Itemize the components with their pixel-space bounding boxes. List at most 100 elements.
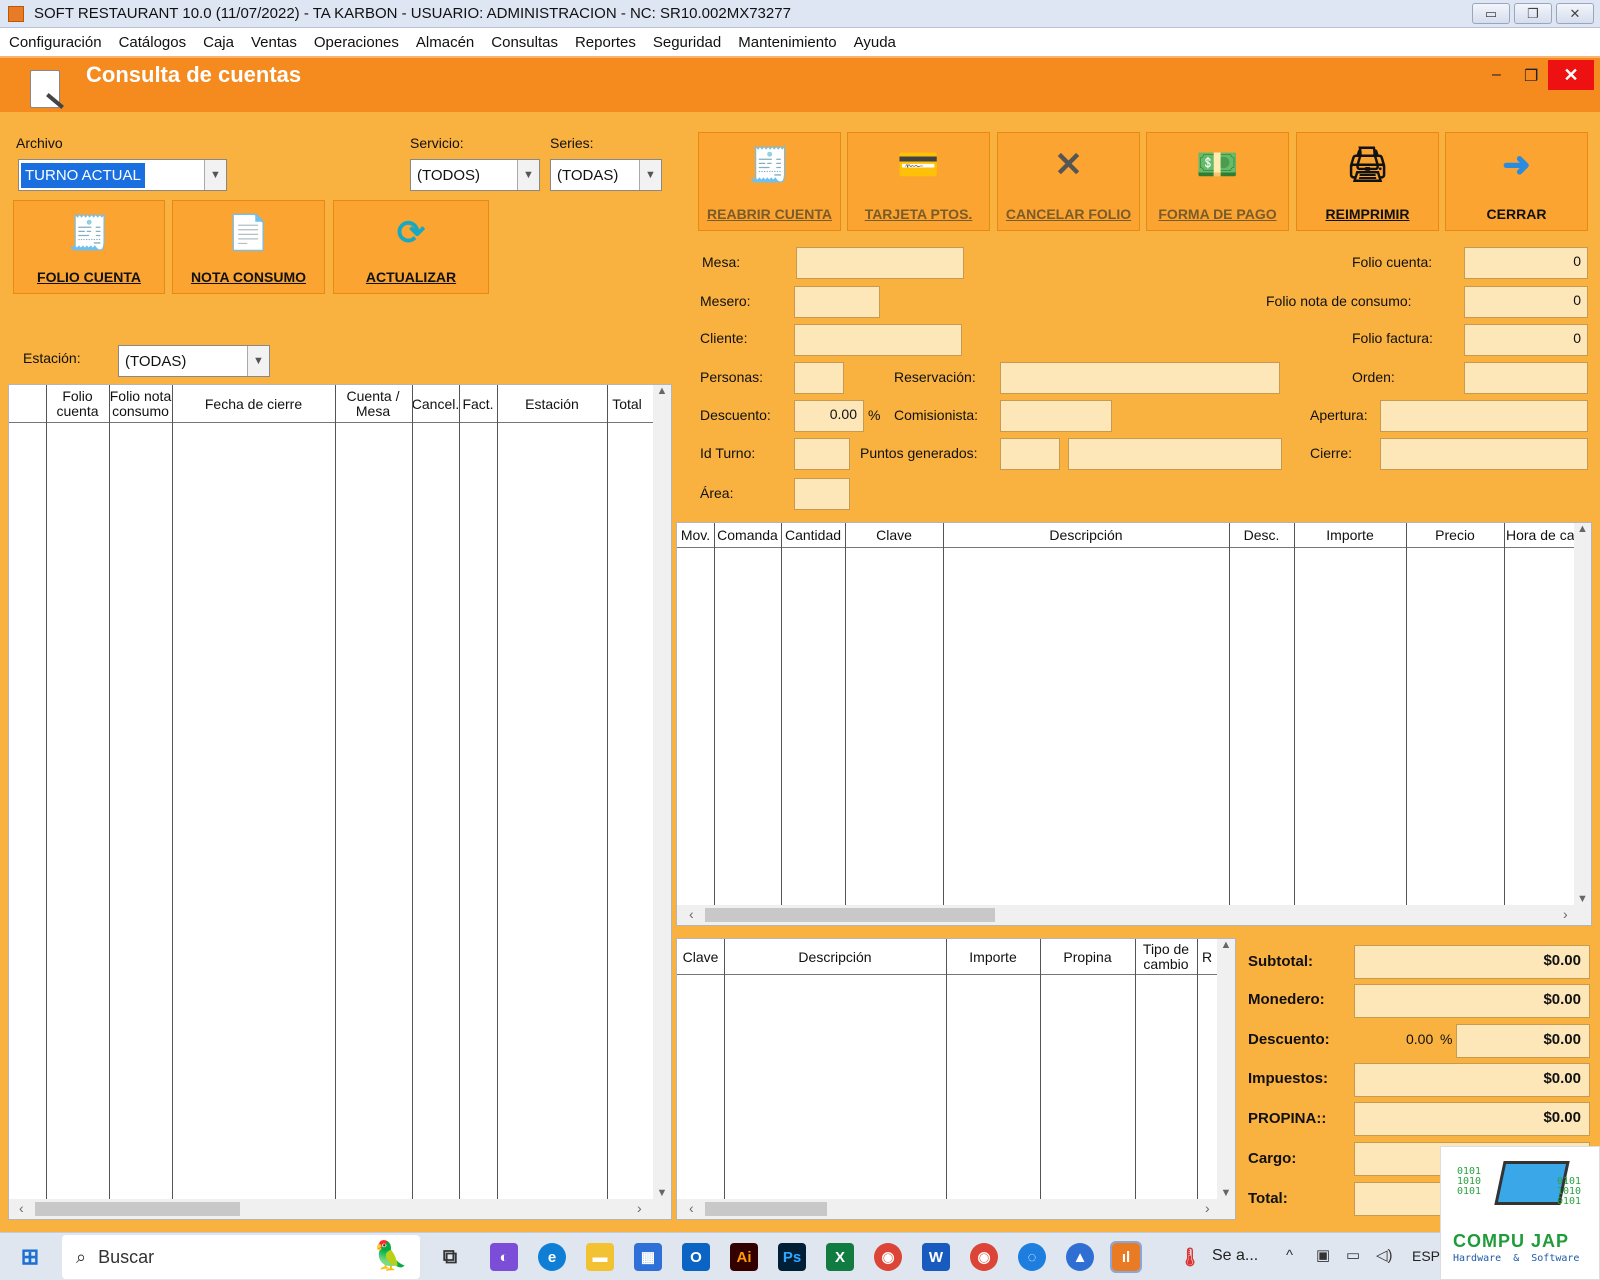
- menu-seguridad[interactable]: Seguridad: [653, 34, 721, 51]
- mesero-field[interactable]: [794, 286, 880, 318]
- reservacion-field[interactable]: [1000, 362, 1280, 394]
- col-tipo-cambio[interactable]: Tipo de cambio: [1135, 939, 1197, 975]
- chevron-down-icon[interactable]: ▼: [639, 160, 661, 190]
- col-descripcion[interactable]: Descripción: [724, 939, 946, 975]
- volume-icon[interactable]: ◁): [1376, 1246, 1393, 1264]
- camera-icon[interactable]: ▣: [1316, 1246, 1330, 1264]
- menu-configuracion[interactable]: Configuración: [9, 34, 102, 51]
- chevron-down-icon[interactable]: ▼: [517, 160, 539, 190]
- menu-catalogos[interactable]: Catálogos: [119, 34, 187, 51]
- archivo-select[interactable]: TURNO ACTUAL ▼: [18, 159, 227, 191]
- accounts-grid[interactable]: Folio cuenta Folio nota consumo Fecha de…: [8, 384, 672, 1220]
- col-importe[interactable]: Importe: [1294, 523, 1406, 548]
- col-estacion[interactable]: Estación: [497, 385, 607, 423]
- chevron-down-icon[interactable]: ▼: [204, 160, 226, 190]
- nota-consumo-button[interactable]: 📄 NOTA CONSUMO: [172, 200, 325, 294]
- id-turno-field[interactable]: [794, 438, 850, 470]
- col-folio-cuenta[interactable]: Folio cuenta: [46, 385, 109, 423]
- network-icon[interactable]: ▭: [1346, 1246, 1360, 1264]
- cerrar-button[interactable]: ➜ CERRAR: [1445, 132, 1588, 231]
- menu-caja[interactable]: Caja: [203, 34, 234, 51]
- comisionista-field[interactable]: [1000, 400, 1112, 432]
- puntos-detail-field[interactable]: [1068, 438, 1282, 470]
- cloud-app-icon[interactable]: ▲: [1066, 1243, 1094, 1271]
- excel-icon[interactable]: X: [826, 1243, 854, 1271]
- payments-grid[interactable]: Clave Descripción Importe Propina Tipo d…: [676, 938, 1236, 1220]
- series-select[interactable]: (TODAS) ▼: [550, 159, 662, 191]
- chevron-up-icon[interactable]: ^: [1286, 1247, 1293, 1264]
- menu-ventas[interactable]: Ventas: [251, 34, 297, 51]
- col-hora[interactable]: Hora de ca: [1504, 523, 1574, 548]
- col-importe[interactable]: Importe: [946, 939, 1040, 975]
- col-fecha-cierre[interactable]: Fecha de cierre: [172, 385, 335, 423]
- weather-text[interactable]: Se a...: [1212, 1247, 1258, 1265]
- personas-field[interactable]: [794, 362, 844, 394]
- col-folio-nota[interactable]: Folio nota consumo: [109, 385, 172, 423]
- actualizar-button[interactable]: ⟳ ACTUALIZAR: [333, 200, 489, 294]
- scroll-thumb[interactable]: [705, 1202, 827, 1216]
- menu-ayuda[interactable]: Ayuda: [854, 34, 896, 51]
- col-cancel[interactable]: Cancel.: [412, 385, 459, 423]
- col-fact[interactable]: Fact.: [459, 385, 497, 423]
- col-precio[interactable]: Precio: [1406, 523, 1504, 548]
- descuento-field[interactable]: 0.00: [794, 400, 864, 432]
- copilot-icon[interactable]: ◐: [490, 1243, 518, 1271]
- chrome-profile-icon[interactable]: ◉: [970, 1243, 998, 1271]
- cancelar-folio-button[interactable]: ✕ CANCELAR FOLIO: [997, 132, 1140, 231]
- col-cuenta-mesa[interactable]: Cuenta / Mesa: [335, 385, 411, 423]
- reimprimir-button[interactable]: 🖨 REIMPRIMIR: [1296, 132, 1439, 231]
- folio-nota-field[interactable]: 0: [1464, 286, 1588, 318]
- edge-icon[interactable]: e: [538, 1243, 566, 1271]
- cierre-field[interactable]: [1380, 438, 1588, 470]
- task-view-icon[interactable]: ⧉: [436, 1243, 464, 1271]
- col-descripcion[interactable]: Descripción: [943, 523, 1229, 548]
- word-icon[interactable]: W: [922, 1243, 950, 1271]
- accounts-horizontal-scrollbar[interactable]: ‹ ›: [9, 1199, 671, 1219]
- scroll-thumb[interactable]: [35, 1202, 240, 1216]
- col-cantidad[interactable]: Cantidad: [781, 523, 845, 548]
- items-horizontal-scrollbar[interactable]: ‹ ›: [677, 905, 1591, 925]
- items-vertical-scrollbar[interactable]: ▲ ▼: [1574, 523, 1591, 905]
- taskbar-search-box[interactable]: ⌕ Buscar 🦜: [62, 1235, 420, 1279]
- folio-factura-field[interactable]: 0: [1464, 324, 1588, 356]
- chrome-icon[interactable]: ◉: [874, 1243, 902, 1271]
- photoshop-icon[interactable]: Ps: [778, 1243, 806, 1271]
- menu-almacen[interactable]: Almacén: [416, 34, 474, 51]
- form-restore-button[interactable]: ❐: [1524, 66, 1538, 86]
- area-field[interactable]: [794, 478, 850, 510]
- tarjeta-ptos-button[interactable]: 💳 TARJETA PTOS.: [847, 132, 990, 231]
- folio-cuenta-button[interactable]: 🧾 FOLIO CUENTA: [13, 200, 165, 294]
- payments-vertical-scrollbar[interactable]: ▲ ▼: [1217, 939, 1235, 1199]
- windows-start-icon[interactable]: ⊞: [16, 1243, 44, 1271]
- accounts-vertical-scrollbar[interactable]: ▲ ▼: [653, 385, 671, 1199]
- menu-consultas[interactable]: Consultas: [491, 34, 558, 51]
- apertura-field[interactable]: [1380, 400, 1588, 432]
- chevron-down-icon[interactable]: ▼: [247, 346, 269, 376]
- cliente-field[interactable]: [794, 324, 962, 356]
- folio-cuenta-field[interactable]: 0: [1464, 247, 1588, 279]
- col-propina[interactable]: Propina: [1040, 939, 1135, 975]
- form-minimize-button[interactable]: –: [1492, 66, 1501, 84]
- mesa-field[interactable]: [796, 247, 964, 279]
- language-indicator[interactable]: ESP: [1412, 1248, 1440, 1264]
- col-clave[interactable]: Clave: [677, 939, 724, 975]
- orden-field[interactable]: [1464, 362, 1588, 394]
- form-close-button[interactable]: ✕: [1548, 60, 1594, 90]
- items-grid[interactable]: Mov. Comanda Cantidad Clave Descripción …: [676, 522, 1592, 926]
- col-mov[interactable]: Mov.: [677, 523, 714, 548]
- soft-restaurant-taskbar-icon[interactable]: ıl: [1110, 1241, 1142, 1273]
- forma-de-pago-button[interactable]: 💵 FORMA DE PAGO: [1146, 132, 1289, 231]
- menu-mantenimiento[interactable]: Mantenimiento: [738, 34, 836, 51]
- menu-operaciones[interactable]: Operaciones: [314, 34, 399, 51]
- payments-horizontal-scrollbar[interactable]: ‹ ›: [677, 1199, 1235, 1219]
- file-explorer-icon[interactable]: ▬: [586, 1243, 614, 1271]
- messenger-icon[interactable]: ◌: [1018, 1243, 1046, 1271]
- puntos-field[interactable]: [1000, 438, 1060, 470]
- scroll-thumb[interactable]: [705, 908, 995, 922]
- menu-reportes[interactable]: Reportes: [575, 34, 636, 51]
- col-r[interactable]: R: [1197, 939, 1217, 975]
- servicio-select[interactable]: (TODOS) ▼: [410, 159, 540, 191]
- estacion-select[interactable]: (TODAS) ▼: [118, 345, 270, 377]
- col-desc[interactable]: Desc.: [1229, 523, 1294, 548]
- outlook-icon[interactable]: O: [682, 1243, 710, 1271]
